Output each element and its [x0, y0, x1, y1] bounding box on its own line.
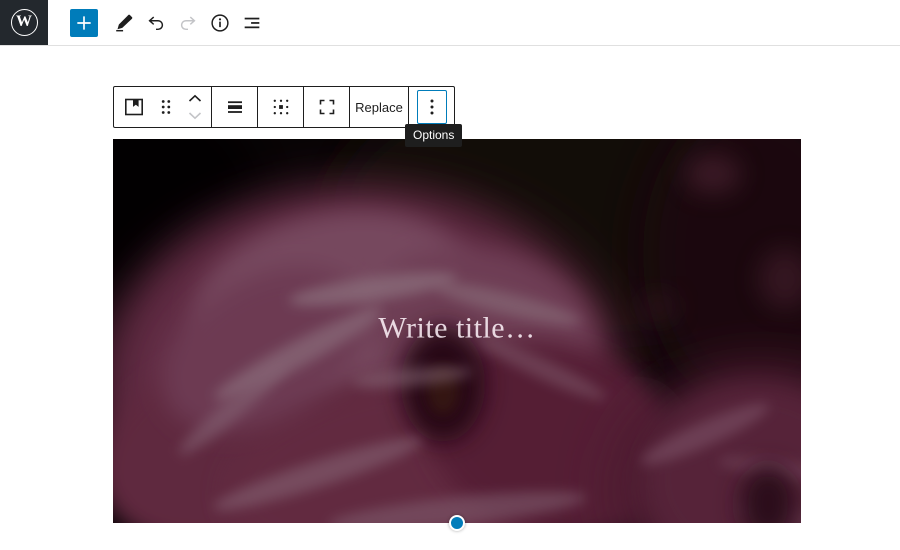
details-button[interactable]: [204, 5, 236, 41]
redo-icon: [177, 12, 199, 34]
plus-icon: [74, 13, 94, 33]
align-button[interactable]: [212, 87, 257, 127]
wordpress-logo-icon: W: [11, 9, 38, 36]
cover-title-placeholder[interactable]: Write title…: [113, 311, 801, 345]
edit-mode-button[interactable]: [108, 5, 140, 41]
list-view-button[interactable]: [236, 5, 268, 41]
block-type-button[interactable]: [114, 87, 154, 127]
options-button[interactable]: [409, 87, 454, 127]
cover-block-icon: [122, 95, 146, 119]
options-tooltip: Options: [405, 124, 462, 147]
content-position-icon: [269, 95, 293, 119]
content-position-button[interactable]: [258, 87, 303, 127]
undo-button[interactable]: [140, 5, 172, 41]
move-down-button[interactable]: [178, 107, 211, 125]
redo-button[interactable]: [172, 5, 204, 41]
focus-ring: [417, 90, 447, 124]
info-icon: [209, 12, 231, 34]
editor-top-bar: W: [0, 0, 900, 46]
add-block-button[interactable]: [70, 9, 98, 37]
align-icon: [223, 95, 247, 119]
drag-handle-icon: [157, 96, 175, 118]
list-view-icon: [241, 12, 263, 34]
cover-resize-handle[interactable]: [449, 515, 465, 531]
pencil-icon: [113, 12, 135, 34]
cover-block[interactable]: Write title…: [113, 139, 801, 523]
block-mover: [178, 87, 211, 127]
block-toolbar: Replace: [113, 86, 455, 128]
replace-button[interactable]: Replace: [350, 87, 408, 127]
full-height-button[interactable]: [304, 87, 349, 127]
full-height-icon: [315, 95, 339, 119]
options-ellipsis-icon: [422, 95, 442, 119]
wordpress-logo-button[interactable]: W: [0, 0, 48, 45]
drag-handle[interactable]: [154, 87, 178, 127]
move-up-button[interactable]: [178, 89, 211, 107]
chevron-up-icon: [185, 92, 205, 104]
undo-icon: [145, 12, 167, 34]
chevron-down-icon: [185, 110, 205, 122]
